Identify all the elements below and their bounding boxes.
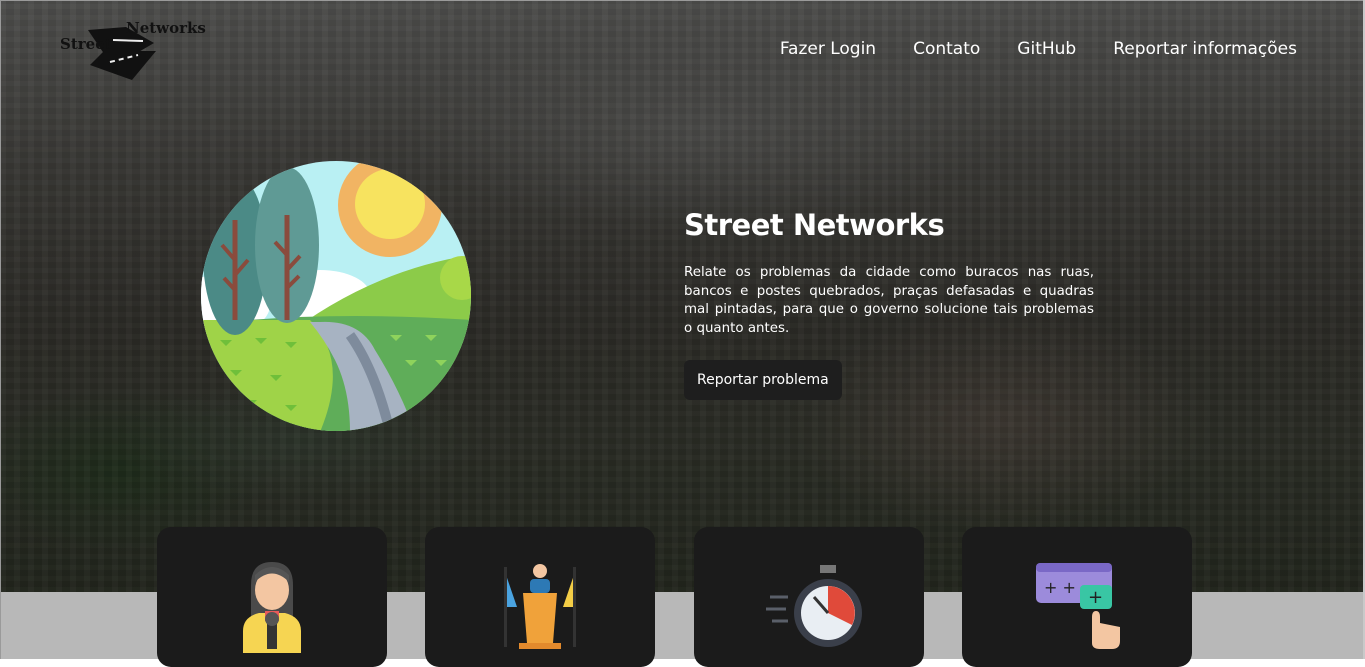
report-problem-button[interactable]: Reportar problema	[684, 360, 842, 400]
podium-icon	[504, 564, 576, 649]
window-border	[0, 0, 1, 659]
logo-text-street: Street	[60, 35, 112, 53]
feature-card[interactable]	[157, 527, 387, 667]
feature-card[interactable]	[694, 527, 924, 667]
main-nav: Fazer Login Contato GitHub Reportar info…	[780, 39, 1297, 59]
feature-card[interactable]: + + +	[962, 527, 1192, 667]
window-border	[0, 0, 1365, 1]
feature-card[interactable]	[425, 527, 655, 667]
nav-report-info[interactable]: Reportar informações	[1113, 39, 1297, 59]
logo-text-networks: Networks	[126, 19, 206, 37]
nav-contact[interactable]: Contato	[913, 39, 980, 59]
reporter-icon	[243, 562, 301, 653]
add-form-icon: + + +	[1036, 563, 1120, 649]
nav-login[interactable]: Fazer Login	[780, 39, 876, 59]
hero-description: Relate os problemas da cidade como burac…	[684, 265, 1094, 336]
landscape-illustration	[200, 160, 472, 432]
svg-text:+: +	[1088, 587, 1103, 608]
nav-github[interactable]: GitHub	[1017, 39, 1076, 59]
hero-intro: Street Networks Relate os problemas da c…	[684, 208, 1094, 400]
stopwatch-icon	[766, 565, 862, 647]
site-logo[interactable]: Networks Street	[58, 18, 206, 88]
hero-title: Street Networks	[684, 208, 945, 242]
svg-text:+ +: + +	[1044, 578, 1076, 597]
